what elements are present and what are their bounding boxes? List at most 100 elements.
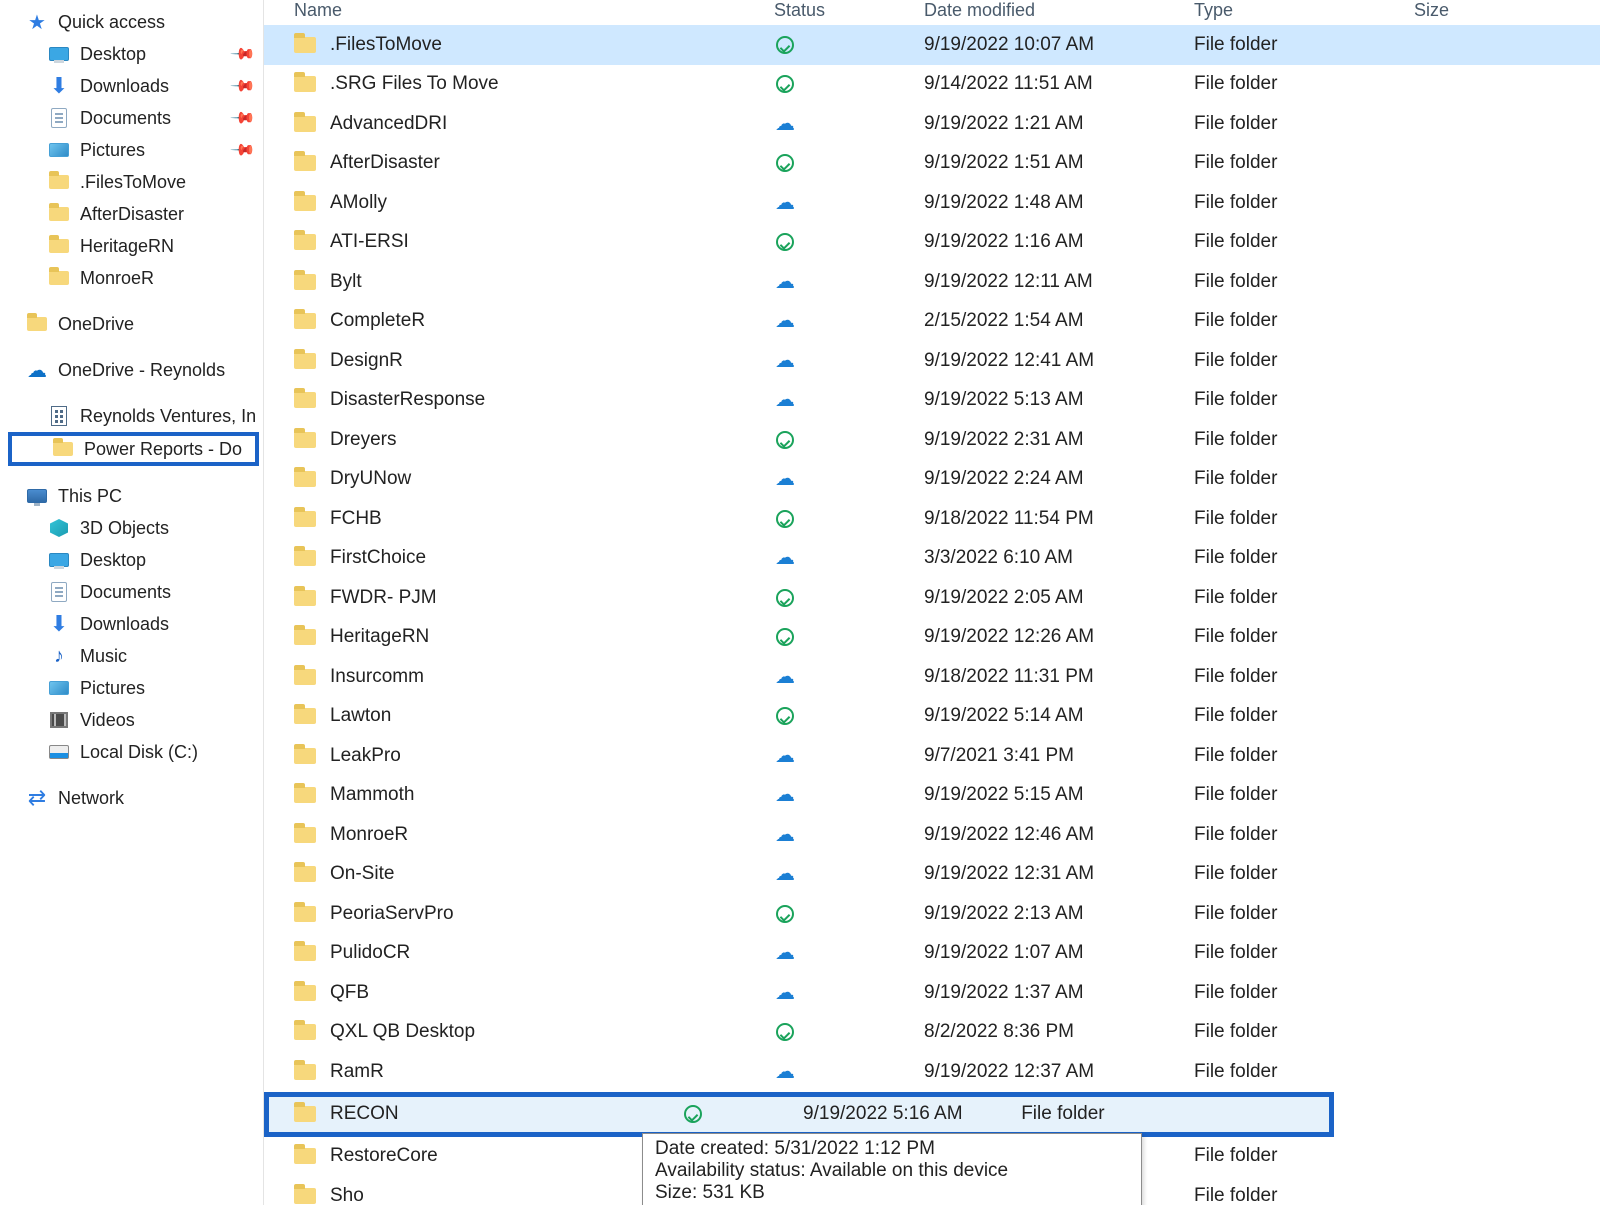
file-date: 9/19/2022 12:31 AM xyxy=(924,863,1194,885)
file-row[interactable]: CompleteR☁2/15/2022 1:54 AMFile folder xyxy=(264,302,1600,342)
file-row[interactable]: Insurcomm☁9/18/2022 11:31 PMFile folder xyxy=(264,657,1600,697)
file-date: 9/19/2022 1:21 AM xyxy=(924,113,1194,135)
file-date: 9/19/2022 12:46 AM xyxy=(924,824,1194,846)
folder-icon xyxy=(294,432,316,448)
file-name: Bylt xyxy=(330,271,362,293)
nav-pc-item[interactable]: Desktop xyxy=(8,544,263,576)
nav-network[interactable]: ⇄ Network xyxy=(8,782,263,814)
file-type: File folder xyxy=(1194,192,1414,214)
nav-cloud-item[interactable]: ☁OneDrive - Reynolds xyxy=(8,354,263,386)
disk-icon xyxy=(48,741,70,763)
sync-available-icon xyxy=(774,429,796,451)
file-row[interactable]: Dreyers9/19/2022 2:31 AMFile folder xyxy=(264,420,1600,460)
file-name: On-Site xyxy=(330,863,394,885)
nav-quick-item[interactable]: Documents📌 xyxy=(8,102,263,134)
file-date: 9/19/2022 1:48 AM xyxy=(924,192,1194,214)
file-name: Mammoth xyxy=(330,784,414,806)
file-row[interactable]: RECON9/19/2022 5:16 AMFile folder xyxy=(264,1092,1334,1137)
col-type-header[interactable]: Type xyxy=(1194,0,1414,21)
file-row[interactable]: Mammoth☁9/19/2022 5:15 AMFile folder xyxy=(264,776,1600,816)
nav-cloud-item[interactable]: Power Reports - Do xyxy=(8,432,259,466)
folder-icon xyxy=(48,267,70,289)
folder-icon xyxy=(294,550,316,566)
nav-pc-item[interactable]: Videos xyxy=(8,704,263,736)
nav-this-pc[interactable]: This PC xyxy=(8,480,263,512)
file-row[interactable]: AfterDisaster9/19/2022 1:51 AMFile folde… xyxy=(264,144,1600,184)
file-row[interactable]: Lawton9/19/2022 5:14 AMFile folder xyxy=(264,697,1600,737)
file-row[interactable]: DisasterResponse☁9/19/2022 5:13 AMFile f… xyxy=(264,381,1600,421)
desktop-icon xyxy=(48,43,70,65)
folder-icon xyxy=(294,353,316,369)
file-row[interactable]: DesignR☁9/19/2022 12:41 AMFile folder xyxy=(264,341,1600,381)
file-type: File folder xyxy=(1194,1021,1414,1043)
file-name: CompleteR xyxy=(330,310,425,332)
file-type: File folder xyxy=(1194,705,1414,727)
file-row[interactable]: .FilesToMove9/19/2022 10:07 AMFile folde… xyxy=(264,25,1600,65)
sync-cloud-icon: ☁ xyxy=(774,1061,796,1083)
nav-quick-item[interactable]: MonroeR xyxy=(8,262,263,294)
sync-cloud-icon: ☁ xyxy=(774,745,796,767)
file-name: .SRG Files To Move xyxy=(330,73,499,95)
sync-available-icon xyxy=(774,231,796,253)
file-row[interactable]: FWDR- PJM9/19/2022 2:05 AMFile folder xyxy=(264,578,1600,618)
file-row[interactable]: .SRG Files To Move9/14/2022 11:51 AMFile… xyxy=(264,65,1600,105)
file-row[interactable]: LeakPro☁9/7/2021 3:41 PMFile folder xyxy=(264,736,1600,776)
file-list-pane: Name Status Date modified Type Size .Fil… xyxy=(264,0,1600,1205)
nav-label: 3D Objects xyxy=(80,518,169,539)
file-row[interactable]: QXL QB Desktop8/2/2022 8:36 PMFile folde… xyxy=(264,1013,1600,1053)
desktop-icon xyxy=(48,549,70,571)
nav-quick-item[interactable]: HeritageRN xyxy=(8,230,263,262)
sync-cloud-icon: ☁ xyxy=(774,310,796,332)
file-date: 9/19/2022 10:07 AM xyxy=(924,34,1194,56)
col-name-header[interactable]: Name xyxy=(294,0,774,21)
file-row[interactable]: FirstChoice☁3/3/2022 6:10 AMFile folder xyxy=(264,539,1600,579)
nav-pc-item[interactable]: Documents xyxy=(8,576,263,608)
nav-pc-item[interactable]: 3D Objects xyxy=(8,512,263,544)
file-row[interactable]: Bylt☁9/19/2022 12:11 AMFile folder xyxy=(264,262,1600,302)
col-size-header[interactable]: Size xyxy=(1414,0,1544,21)
file-row[interactable]: On-Site☁9/19/2022 12:31 AMFile folder xyxy=(264,855,1600,895)
file-row[interactable]: QFB☁9/19/2022 1:37 AMFile folder xyxy=(264,973,1600,1013)
file-row[interactable]: PeoriaServPro9/19/2022 2:13 AMFile folde… xyxy=(264,894,1600,934)
file-row[interactable]: MonroeR☁9/19/2022 12:46 AMFile folder xyxy=(264,815,1600,855)
nav-pc-item[interactable]: Local Disk (C:) xyxy=(8,736,263,768)
folder-icon xyxy=(294,1064,316,1080)
nav-cloud-item[interactable]: OneDrive xyxy=(8,308,263,340)
nav-pc-item[interactable]: ⬇Downloads xyxy=(8,608,263,640)
file-name: MonroeR xyxy=(330,824,408,846)
folder-icon xyxy=(48,171,70,193)
nav-quick-item[interactable]: AfterDisaster xyxy=(8,198,263,230)
file-row[interactable]: AdvancedDRI☁9/19/2022 1:21 AMFile folder xyxy=(264,104,1600,144)
nav-quick-item[interactable]: Desktop📌 xyxy=(8,38,263,70)
col-date-header[interactable]: Date modified xyxy=(924,0,1194,21)
file-type: File folder xyxy=(1194,271,1414,293)
file-row[interactable]: DryUNow☁9/19/2022 2:24 AMFile folder xyxy=(264,460,1600,500)
nav-label: OneDrive xyxy=(58,314,134,335)
col-status-header[interactable]: Status xyxy=(774,0,924,21)
nav-quick-access[interactable]: ★ Quick access xyxy=(8,6,263,38)
doc-icon xyxy=(48,581,70,603)
file-date: 9/19/2022 2:13 AM xyxy=(924,903,1194,925)
nav-label: Downloads xyxy=(80,614,169,635)
nav-cloud-item[interactable]: Reynolds Ventures, In xyxy=(8,400,263,432)
nav-quick-item[interactable]: .FilesToMove xyxy=(8,166,263,198)
file-type: File folder xyxy=(1194,784,1414,806)
file-row[interactable]: AMolly☁9/19/2022 1:48 AMFile folder xyxy=(264,183,1600,223)
file-name: AfterDisaster xyxy=(330,152,440,174)
nav-pc-item[interactable]: Pictures xyxy=(8,672,263,704)
pics-icon xyxy=(48,677,70,699)
file-date: 8/2/2022 8:36 PM xyxy=(924,1021,1194,1043)
file-row[interactable]: PulidoCR☁9/19/2022 1:07 AMFile folder xyxy=(264,934,1600,974)
file-date: 9/19/2022 12:41 AM xyxy=(924,350,1194,372)
nav-quick-item[interactable]: Pictures📌 xyxy=(8,134,263,166)
sync-cloud-icon: ☁ xyxy=(774,824,796,846)
file-row[interactable]: HeritageRN9/19/2022 12:26 AMFile folder xyxy=(264,618,1600,658)
nav-quick-item[interactable]: ⬇Downloads📌 xyxy=(8,70,263,102)
nav-pc-item[interactable]: ♪Music xyxy=(8,640,263,672)
file-row[interactable]: ATI-ERSI9/19/2022 1:16 AMFile folder xyxy=(264,223,1600,263)
folder-icon xyxy=(294,37,316,53)
file-row[interactable]: FCHB9/18/2022 11:54 PMFile folder xyxy=(264,499,1600,539)
file-date: 2/15/2022 1:54 AM xyxy=(924,310,1194,332)
file-date: 9/19/2022 1:51 AM xyxy=(924,152,1194,174)
file-row[interactable]: RamR☁9/19/2022 12:37 AMFile folder xyxy=(264,1052,1600,1092)
